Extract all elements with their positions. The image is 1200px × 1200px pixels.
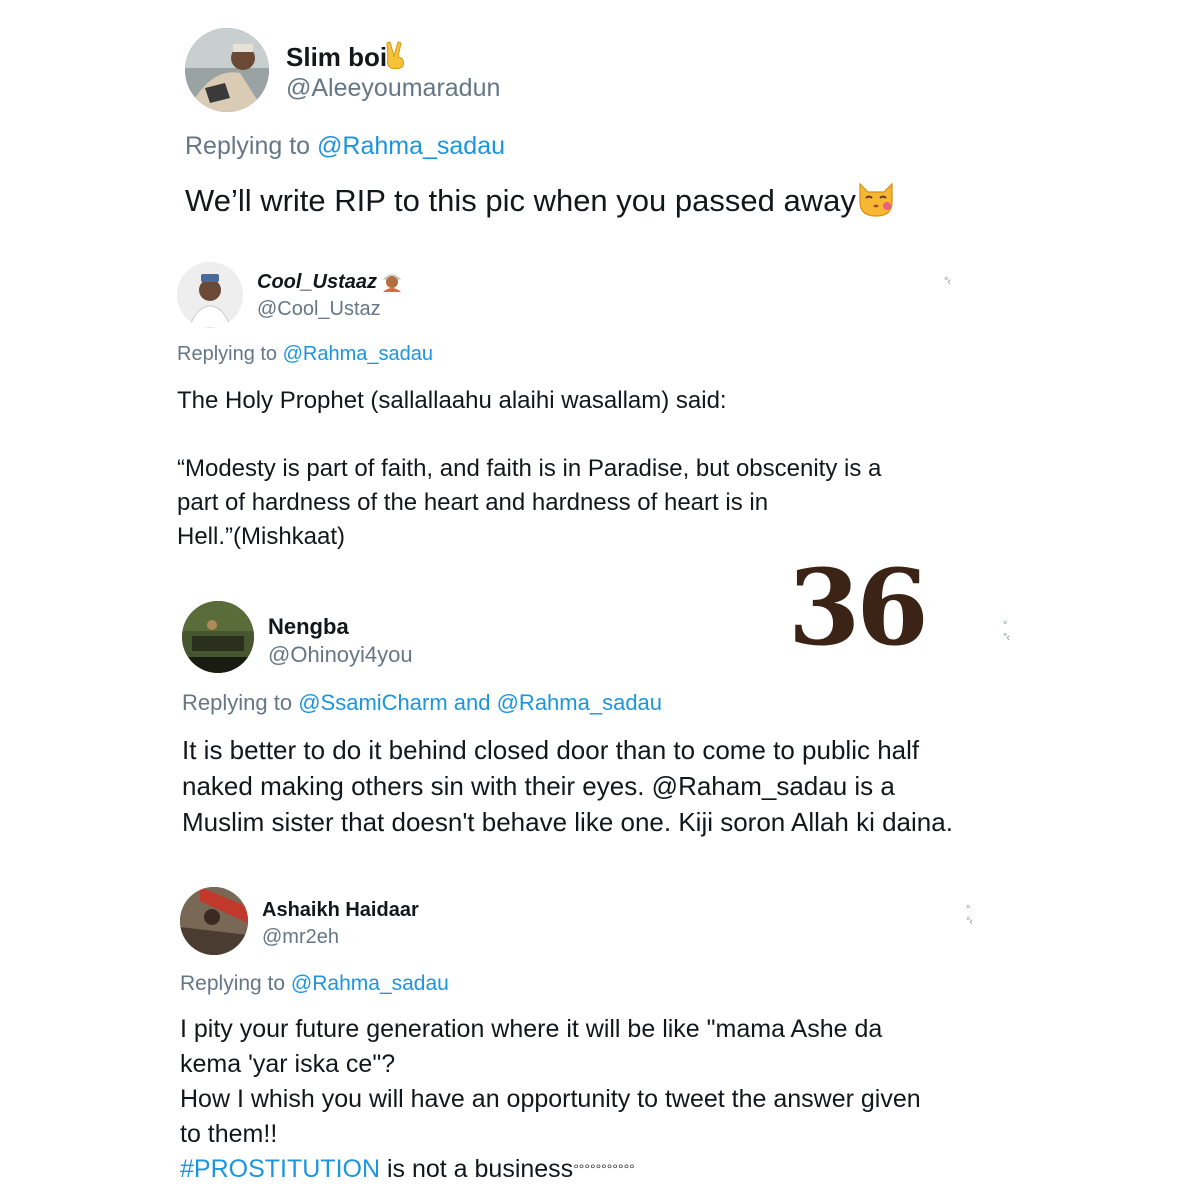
avatar[interactable]: [180, 887, 248, 955]
tweet-text: The Holy Prophet (sallallaahu alaihi was…: [177, 384, 881, 554]
replying-to: Replying to @SsamiCharm and @Rahma_sadau: [182, 690, 662, 716]
tweet-text-line: kema 'yar iska ce"?: [180, 1050, 396, 1078]
tweet-text-line: #PROSTITUTION is not a business°°°°°°°°°…: [180, 1152, 921, 1187]
tweet-text: I pity your future generation where it w…: [180, 1012, 921, 1187]
tweet-text-line: “Modesty is part of faith, and faith is …: [177, 455, 882, 482]
tweet-text-line: Hell.”(Mishkaat): [177, 523, 346, 550]
mention-link[interactable]: @SsamiCharm and @Rahma_sadau: [298, 690, 662, 715]
more-options-icon[interactable]: °°‹: [1003, 620, 1010, 644]
tweet-text-line: It is better to do it behind closed door…: [182, 735, 920, 765]
tweet-text-line: We’ll write RIP to this pic when you pas…: [185, 183, 856, 219]
user-handle[interactable]: @Cool_Ustaz: [257, 298, 381, 321]
mention-link[interactable]: @Rahma_sadau: [317, 132, 505, 160]
tweet-text-line: naked making others sin with their eyes.…: [182, 771, 895, 801]
mention-link[interactable]: @Rahma_sadau: [283, 343, 433, 365]
replying-to-label: Replying to: [180, 972, 286, 995]
profile-photo: [180, 887, 248, 955]
tweet-text: It is better to do it behind closed door…: [182, 732, 953, 840]
user-handle[interactable]: @mr2eh: [262, 926, 339, 949]
replying-to-label: Replying to: [182, 690, 293, 715]
tweet-text: We’ll write RIP to this pic when you pas…: [185, 180, 896, 226]
trailing-dots: °°°°°°°°°°°: [573, 1161, 635, 1177]
display-name[interactable]: Ashaikh Haidaar: [262, 899, 419, 922]
user-handle[interactable]: @Aleeyoumaradun: [286, 74, 500, 103]
tweet-text-line: I pity your future generation where it w…: [180, 1015, 883, 1043]
tweet-text-line: part of hardness of the heart and hardne…: [177, 489, 769, 516]
tweet-text-line: Muslim sister that doesn't behave like o…: [182, 807, 953, 837]
hashtag-suffix: is not a business: [380, 1155, 574, 1183]
hashtag-link[interactable]: #PROSTITUTION: [180, 1155, 380, 1183]
mention-link[interactable]: @Rahma_sadau: [291, 972, 449, 995]
tweet-text-line: [177, 418, 881, 452]
display-name[interactable]: Slim boi: [286, 42, 387, 73]
tweet-text-line: How I whish you will have an opportunity…: [180, 1085, 921, 1113]
replying-to-label: Replying to: [177, 343, 278, 365]
user-handle[interactable]: @Ohinoyi4you: [268, 642, 413, 668]
avatar[interactable]: [177, 262, 243, 328]
profile-photo: [185, 28, 269, 112]
profile-photo: [182, 601, 254, 673]
more-options-icon[interactable]: °‹: [944, 276, 951, 288]
tweet-text-line: to them!!: [180, 1120, 278, 1148]
replying-to: Replying to @Rahma_sadau: [177, 343, 433, 366]
more-options-icon[interactable]: °°‹: [966, 904, 973, 928]
avatar[interactable]: [182, 601, 254, 673]
replying-to: Replying to @Rahma_sadau: [180, 972, 449, 996]
avatar[interactable]: [185, 28, 269, 112]
kissing-cat-icon: [856, 180, 896, 226]
display-name[interactable]: Nengba: [268, 614, 349, 640]
display-name[interactable]: Cool_Ustaaz: [257, 271, 377, 294]
tweet-text-line: The Holy Prophet (sallallaahu alaihi was…: [177, 387, 727, 414]
man-with-turban-icon: [381, 270, 403, 297]
replying-to-label: Replying to: [185, 132, 311, 160]
replying-to: Replying to @Rahma_sadau: [185, 132, 505, 161]
profile-photo: [177, 262, 243, 328]
page-number: 36: [788, 546, 929, 669]
victory-hand-icon: [383, 40, 409, 77]
